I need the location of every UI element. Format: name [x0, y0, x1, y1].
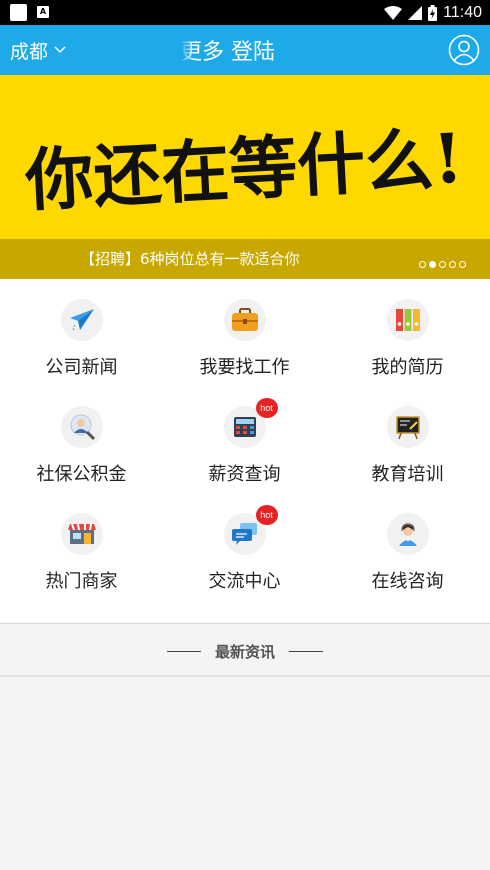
city-label: 成都 [10, 40, 49, 63]
grid-item-salary-query[interactable]: hot 薪资查询 [163, 386, 326, 493]
grid-item-label: 社保公积金 [36, 464, 127, 485]
clock: 11:40 [443, 3, 482, 21]
wifi-icon [384, 5, 403, 20]
grid-item-exchange-center[interactable]: hot 交流中心 [163, 493, 326, 600]
grid-item-popular-merchants[interactable]: 热门商家 [0, 493, 163, 600]
grid-item-label: 公司新闻 [45, 357, 118, 378]
banner-slogan: 你还在等什么! [22, 119, 464, 222]
carousel-dot [449, 261, 456, 268]
banner-caption: 【招聘】6种岗位总有一款适合你 [80, 250, 300, 268]
chevron-down-icon [54, 46, 66, 54]
signal-icon [408, 5, 423, 20]
carousel-dot [459, 261, 466, 268]
city-selector[interactable]: 成都 [10, 25, 66, 75]
header-tabs-text: 更多 登陆 [180, 40, 275, 65]
grid-item-social-security[interactable]: 社保公积金 [0, 386, 163, 493]
hot-badge: hot [255, 398, 278, 418]
grid-item-label: 交流中心 [208, 571, 281, 592]
notification-badge-icon: A [37, 6, 49, 18]
blackboard-icon [395, 416, 420, 440]
banner-caption-bar: 【招聘】6种岗位总有一款适合你 [0, 239, 490, 279]
grid-item-find-job[interactable]: 我要找工作 [163, 279, 326, 386]
calculator-icon [233, 417, 256, 437]
carousel-dot [439, 261, 446, 268]
storefront-icon [67, 523, 96, 544]
binders-icon [395, 309, 420, 331]
grid-item-label: 在线咨询 [371, 571, 444, 592]
carousel-indicator [419, 261, 466, 268]
banner-slogan-art: 你还在等什么! [22, 119, 464, 222]
user-profile-icon[interactable] [448, 34, 480, 66]
grid-item-label: 薪资查询 [208, 464, 281, 485]
battery-icon [428, 4, 438, 21]
grid-item-my-resume[interactable]: 我的简历 [326, 279, 489, 386]
paper-plane-icon [69, 309, 94, 332]
carousel-dot-active [429, 261, 436, 268]
briefcase-icon [231, 308, 258, 331]
grid-item-education[interactable]: 教育培训 [326, 386, 489, 493]
top-bar: 成都 更多 登陆 [0, 25, 490, 75]
header-tabs[interactable]: 更多 登陆 [180, 25, 310, 75]
chat-bubbles-icon [231, 523, 257, 545]
grid-item-label: 我的简历 [371, 357, 444, 378]
divider-line [289, 650, 323, 652]
grid-item-label: 我要找工作 [199, 357, 290, 378]
notification-icon [10, 4, 27, 21]
hot-badge: hot [255, 505, 278, 525]
carousel-dot [419, 261, 426, 268]
divider-line [166, 650, 201, 652]
promo-banner[interactable]: 你还在等什么! 【招聘】6种岗位总有一款适合你 [0, 75, 490, 279]
grid-item-label: 热门商家 [45, 571, 118, 592]
status-bar: A 11:40 [0, 0, 490, 25]
latest-news-header: 最新资讯 [0, 623, 490, 677]
latest-news-title: 最新资讯 [214, 642, 275, 661]
news-list [0, 679, 490, 870]
person-badge-icon [70, 414, 95, 441]
support-agent-icon [398, 523, 417, 546]
grid-item-online-consult[interactable]: 在线咨询 [326, 493, 489, 600]
grid-item-label: 教育培训 [371, 464, 444, 485]
feature-grid: 公司新闻 我要找工作 我的简历 社保公积金 hot 薪资查询 教育培训 热门商家… [0, 279, 490, 622]
grid-item-company-news[interactable]: 公司新闻 [0, 279, 163, 386]
